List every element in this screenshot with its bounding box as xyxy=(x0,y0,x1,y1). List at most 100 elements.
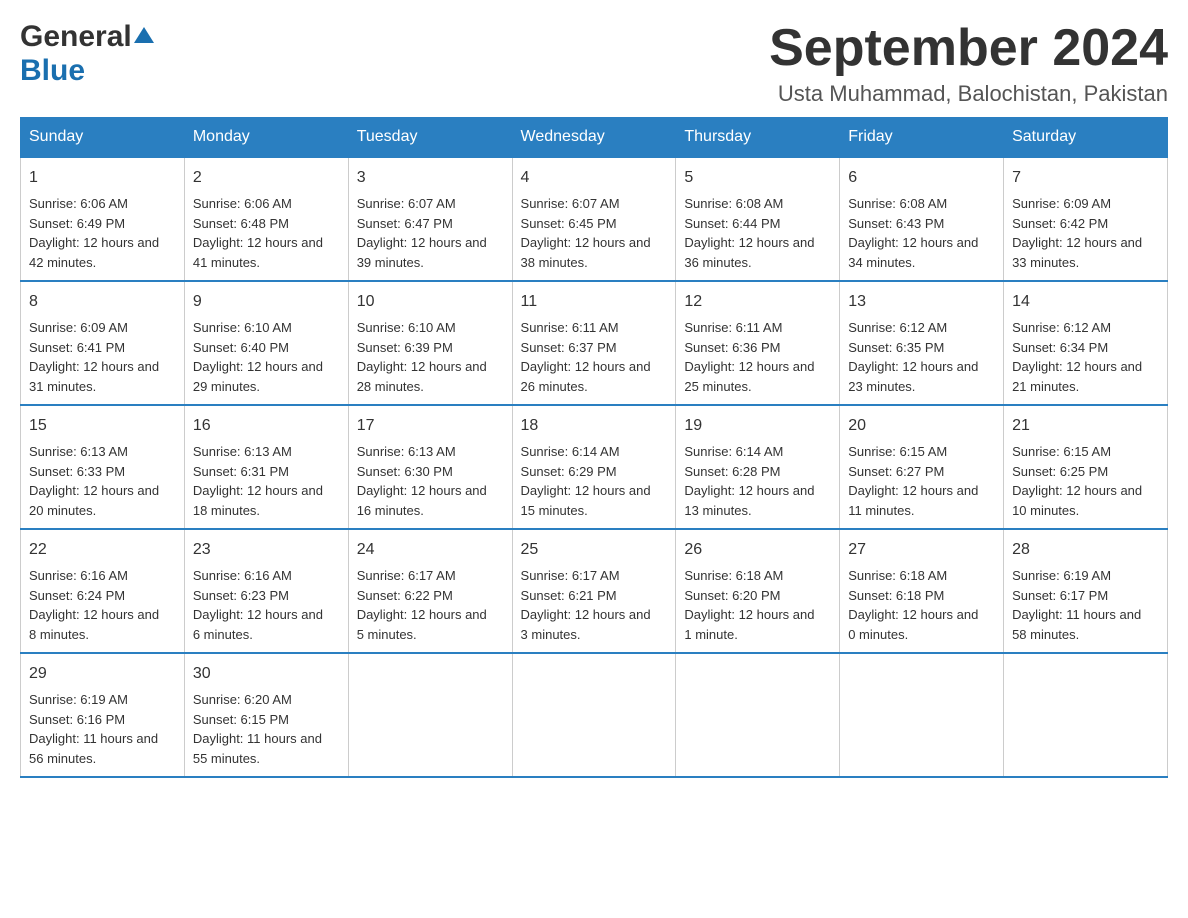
calendar-cell: 15 Sunrise: 6:13 AM Sunset: 6:33 PM Dayl… xyxy=(21,405,185,529)
day-info: Sunrise: 6:18 AM Sunset: 6:20 PM Dayligh… xyxy=(684,566,831,644)
calendar-cell: 13 Sunrise: 6:12 AM Sunset: 6:35 PM Dayl… xyxy=(840,281,1004,405)
day-number: 4 xyxy=(521,166,668,190)
day-info: Sunrise: 6:10 AM Sunset: 6:39 PM Dayligh… xyxy=(357,318,504,396)
header-tuesday: Tuesday xyxy=(348,118,512,158)
calendar-cell: 24 Sunrise: 6:17 AM Sunset: 6:22 PM Dayl… xyxy=(348,529,512,653)
month-title: September 2024 xyxy=(769,20,1168,77)
calendar-cell: 25 Sunrise: 6:17 AM Sunset: 6:21 PM Dayl… xyxy=(512,529,676,653)
calendar-week-1: 1 Sunrise: 6:06 AM Sunset: 6:49 PM Dayli… xyxy=(21,157,1168,281)
page-container: General Blue September 2024 Usta Muhamma… xyxy=(20,20,1168,778)
header-sunday: Sunday xyxy=(21,118,185,158)
calendar-cell: 14 Sunrise: 6:12 AM Sunset: 6:34 PM Dayl… xyxy=(1004,281,1168,405)
day-number: 24 xyxy=(357,538,504,562)
day-number: 19 xyxy=(684,414,831,438)
day-info: Sunrise: 6:18 AM Sunset: 6:18 PM Dayligh… xyxy=(848,566,995,644)
calendar-cell: 18 Sunrise: 6:14 AM Sunset: 6:29 PM Dayl… xyxy=(512,405,676,529)
logo-area: General Blue xyxy=(20,20,154,88)
calendar-cell: 26 Sunrise: 6:18 AM Sunset: 6:20 PM Dayl… xyxy=(676,529,840,653)
calendar-cell: 9 Sunrise: 6:10 AM Sunset: 6:40 PM Dayli… xyxy=(184,281,348,405)
day-number: 11 xyxy=(521,290,668,314)
day-number: 21 xyxy=(1012,414,1159,438)
calendar-cell: 17 Sunrise: 6:13 AM Sunset: 6:30 PM Dayl… xyxy=(348,405,512,529)
calendar-week-2: 8 Sunrise: 6:09 AM Sunset: 6:41 PM Dayli… xyxy=(21,281,1168,405)
day-number: 7 xyxy=(1012,166,1159,190)
calendar-cell: 22 Sunrise: 6:16 AM Sunset: 6:24 PM Dayl… xyxy=(21,529,185,653)
day-info: Sunrise: 6:16 AM Sunset: 6:23 PM Dayligh… xyxy=(193,566,340,644)
logo-triangle-icon xyxy=(134,25,154,50)
calendar-cell: 8 Sunrise: 6:09 AM Sunset: 6:41 PM Dayli… xyxy=(21,281,185,405)
day-number: 5 xyxy=(684,166,831,190)
header-thursday: Thursday xyxy=(676,118,840,158)
title-area: September 2024 Usta Muhammad, Balochista… xyxy=(769,20,1168,107)
day-number: 29 xyxy=(29,662,176,686)
day-info: Sunrise: 6:06 AM Sunset: 6:49 PM Dayligh… xyxy=(29,194,176,272)
calendar-cell: 3 Sunrise: 6:07 AM Sunset: 6:47 PM Dayli… xyxy=(348,157,512,281)
day-info: Sunrise: 6:14 AM Sunset: 6:28 PM Dayligh… xyxy=(684,442,831,520)
day-info: Sunrise: 6:12 AM Sunset: 6:35 PM Dayligh… xyxy=(848,318,995,396)
day-number: 1 xyxy=(29,166,176,190)
calendar-cell xyxy=(512,653,676,777)
calendar-cell xyxy=(348,653,512,777)
calendar-cell xyxy=(1004,653,1168,777)
calendar-cell: 5 Sunrise: 6:08 AM Sunset: 6:44 PM Dayli… xyxy=(676,157,840,281)
calendar-cell: 2 Sunrise: 6:06 AM Sunset: 6:48 PM Dayli… xyxy=(184,157,348,281)
calendar-week-5: 29 Sunrise: 6:19 AM Sunset: 6:16 PM Dayl… xyxy=(21,653,1168,777)
calendar-cell: 6 Sunrise: 6:08 AM Sunset: 6:43 PM Dayli… xyxy=(840,157,1004,281)
day-info: Sunrise: 6:08 AM Sunset: 6:43 PM Dayligh… xyxy=(848,194,995,272)
header-wednesday: Wednesday xyxy=(512,118,676,158)
day-number: 14 xyxy=(1012,290,1159,314)
day-number: 15 xyxy=(29,414,176,438)
calendar-cell: 20 Sunrise: 6:15 AM Sunset: 6:27 PM Dayl… xyxy=(840,405,1004,529)
day-number: 3 xyxy=(357,166,504,190)
day-number: 8 xyxy=(29,290,176,314)
day-number: 22 xyxy=(29,538,176,562)
calendar-cell xyxy=(840,653,1004,777)
logo-blue-text: Blue xyxy=(20,54,85,88)
calendar-week-3: 15 Sunrise: 6:13 AM Sunset: 6:33 PM Dayl… xyxy=(21,405,1168,529)
calendar-cell xyxy=(676,653,840,777)
day-info: Sunrise: 6:15 AM Sunset: 6:25 PM Dayligh… xyxy=(1012,442,1159,520)
calendar-cell: 23 Sunrise: 6:16 AM Sunset: 6:23 PM Dayl… xyxy=(184,529,348,653)
day-info: Sunrise: 6:14 AM Sunset: 6:29 PM Dayligh… xyxy=(521,442,668,520)
day-info: Sunrise: 6:17 AM Sunset: 6:21 PM Dayligh… xyxy=(521,566,668,644)
calendar-cell: 29 Sunrise: 6:19 AM Sunset: 6:16 PM Dayl… xyxy=(21,653,185,777)
day-info: Sunrise: 6:11 AM Sunset: 6:37 PM Dayligh… xyxy=(521,318,668,396)
day-number: 23 xyxy=(193,538,340,562)
day-info: Sunrise: 6:17 AM Sunset: 6:22 PM Dayligh… xyxy=(357,566,504,644)
day-number: 28 xyxy=(1012,538,1159,562)
calendar-cell: 11 Sunrise: 6:11 AM Sunset: 6:37 PM Dayl… xyxy=(512,281,676,405)
header: General Blue September 2024 Usta Muhamma… xyxy=(20,20,1168,107)
calendar-cell: 7 Sunrise: 6:09 AM Sunset: 6:42 PM Dayli… xyxy=(1004,157,1168,281)
day-info: Sunrise: 6:09 AM Sunset: 6:42 PM Dayligh… xyxy=(1012,194,1159,272)
day-number: 2 xyxy=(193,166,340,190)
calendar-cell: 19 Sunrise: 6:14 AM Sunset: 6:28 PM Dayl… xyxy=(676,405,840,529)
day-number: 27 xyxy=(848,538,995,562)
header-saturday: Saturday xyxy=(1004,118,1168,158)
calendar-cell: 16 Sunrise: 6:13 AM Sunset: 6:31 PM Dayl… xyxy=(184,405,348,529)
day-info: Sunrise: 6:20 AM Sunset: 6:15 PM Dayligh… xyxy=(193,690,340,768)
day-info: Sunrise: 6:10 AM Sunset: 6:40 PM Dayligh… xyxy=(193,318,340,396)
day-number: 6 xyxy=(848,166,995,190)
day-info: Sunrise: 6:11 AM Sunset: 6:36 PM Dayligh… xyxy=(684,318,831,396)
day-number: 10 xyxy=(357,290,504,314)
day-number: 17 xyxy=(357,414,504,438)
day-info: Sunrise: 6:13 AM Sunset: 6:33 PM Dayligh… xyxy=(29,442,176,520)
day-number: 9 xyxy=(193,290,340,314)
day-info: Sunrise: 6:13 AM Sunset: 6:30 PM Dayligh… xyxy=(357,442,504,520)
calendar-table: Sunday Monday Tuesday Wednesday Thursday… xyxy=(20,117,1168,778)
day-info: Sunrise: 6:13 AM Sunset: 6:31 PM Dayligh… xyxy=(193,442,340,520)
day-number: 16 xyxy=(193,414,340,438)
calendar-cell: 27 Sunrise: 6:18 AM Sunset: 6:18 PM Dayl… xyxy=(840,529,1004,653)
day-info: Sunrise: 6:19 AM Sunset: 6:17 PM Dayligh… xyxy=(1012,566,1159,644)
logo-general-text: General xyxy=(20,20,132,54)
calendar-cell: 30 Sunrise: 6:20 AM Sunset: 6:15 PM Dayl… xyxy=(184,653,348,777)
header-monday: Monday xyxy=(184,118,348,158)
calendar-cell: 10 Sunrise: 6:10 AM Sunset: 6:39 PM Dayl… xyxy=(348,281,512,405)
day-info: Sunrise: 6:07 AM Sunset: 6:45 PM Dayligh… xyxy=(521,194,668,272)
calendar-cell: 1 Sunrise: 6:06 AM Sunset: 6:49 PM Dayli… xyxy=(21,157,185,281)
day-number: 12 xyxy=(684,290,831,314)
calendar-header-row: Sunday Monday Tuesday Wednesday Thursday… xyxy=(21,118,1168,158)
day-info: Sunrise: 6:16 AM Sunset: 6:24 PM Dayligh… xyxy=(29,566,176,644)
calendar-cell: 28 Sunrise: 6:19 AM Sunset: 6:17 PM Dayl… xyxy=(1004,529,1168,653)
day-number: 25 xyxy=(521,538,668,562)
